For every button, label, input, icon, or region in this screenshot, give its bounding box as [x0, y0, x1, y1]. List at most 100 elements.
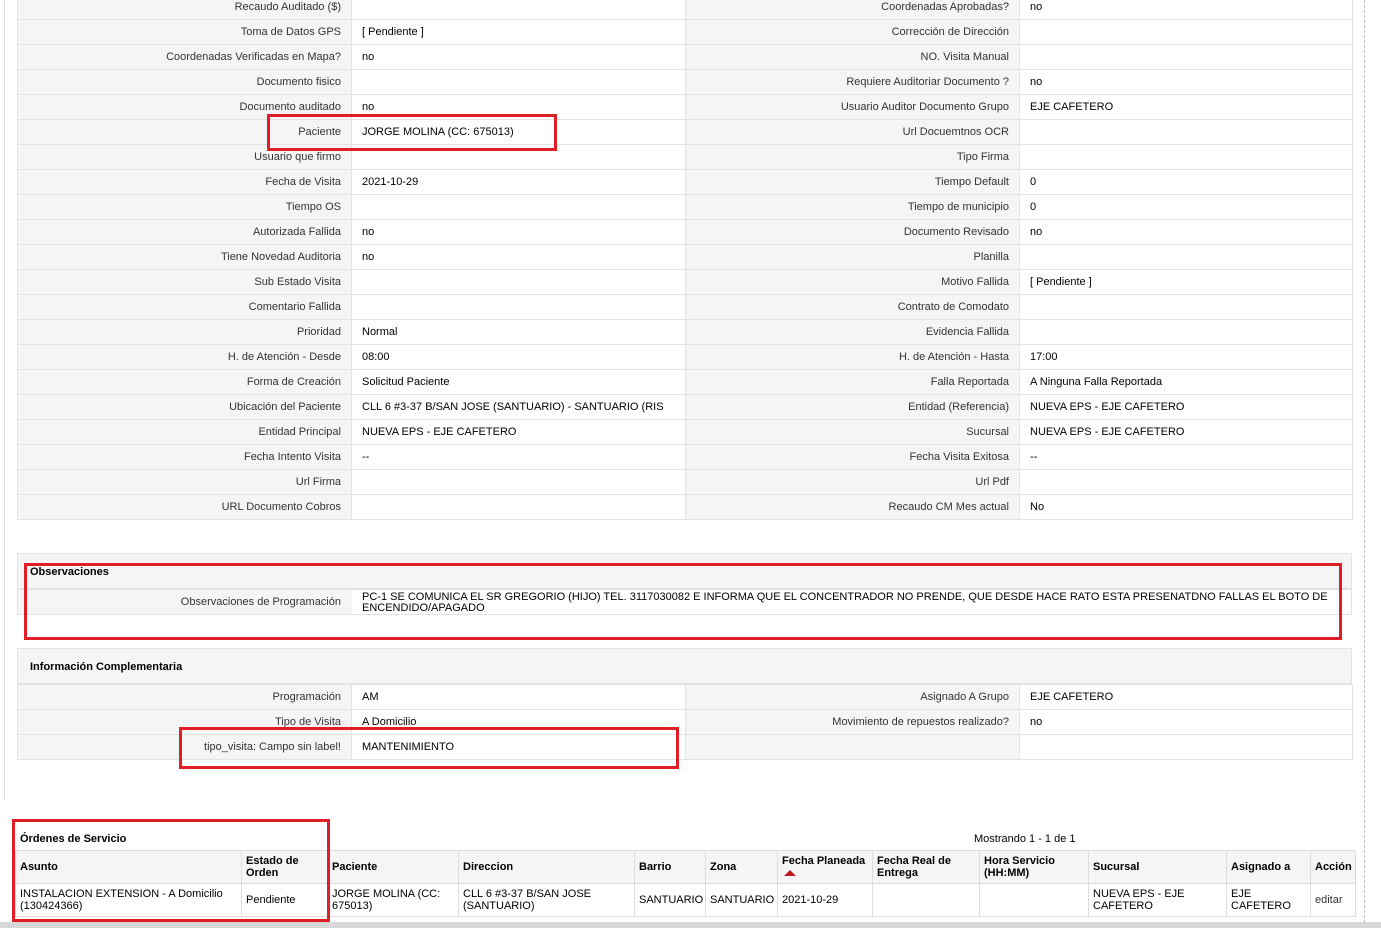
- label-empty: [685, 734, 1020, 760]
- value-coordenadas-aprobadas: no: [1019, 0, 1353, 20]
- value-programacion: AM: [351, 684, 686, 710]
- label-comentario-fallida: Comentario Fallida: [17, 294, 352, 320]
- value-tipo-de-visita: A Domicilio: [351, 709, 686, 735]
- value-tipo-visita-campo-sin-label: MANTENIMIENTO: [351, 734, 686, 760]
- complementaria-header: Información Complementaria: [17, 648, 1352, 684]
- detail-row: Prioridad Normal Evidencia Fallida: [17, 319, 1353, 345]
- value-recaudo-cm-mes-actual: No: [1019, 494, 1353, 520]
- column-header-label: Zona: [710, 861, 737, 873]
- column-header-label: Barrio: [639, 861, 672, 873]
- label-usuario-auditor-documento-grupo: Usuario Auditor Documento Grupo: [685, 94, 1020, 120]
- cell-asunto: INSTALACION EXTENSION - A Domicilio (130…: [15, 883, 242, 917]
- detail-row: URL Documento Cobros Recaudo CM Mes actua…: [17, 494, 1353, 520]
- value-tiempo-os: [351, 194, 686, 220]
- label-asignado-a-grupo: Asignado A Grupo: [685, 684, 1020, 710]
- label-evidencia-fallida: Evidencia Fallida: [685, 319, 1020, 345]
- orders-count: Mostrando 1 - 1 de 1: [974, 833, 1076, 845]
- label-contrato-de-comodato: Contrato de Comodato: [685, 294, 1020, 320]
- value-ubicacion-del-paciente: CLL 6 #3-37 B/SAN JOSE (SANTUARIO) - SAN…: [351, 394, 686, 420]
- value-url-docuemtnos-ocr: [1019, 119, 1353, 145]
- column-header-fecha-planeada[interactable]: Fecha Planeada: [777, 850, 873, 884]
- detail-row: Autorizada Fallida no Documento Revisado no: [17, 219, 1353, 245]
- detail-row: Tiempo OS Tiempo de municipio 0: [17, 194, 1353, 220]
- value-movimiento-de-repuestos-realizado: no: [1019, 709, 1353, 735]
- details-table: Recaudo Auditado ($) Coordenadas Aprobada…: [17, 0, 1353, 520]
- label-h-de-atencion-desde: H. de Atención - Desde: [17, 344, 352, 370]
- column-header-zona[interactable]: Zona: [705, 850, 778, 884]
- column-header-label: Estado de Orden: [246, 855, 299, 879]
- label-movimiento-de-repuestos-realizado: Movimiento de repuestos realizado?: [685, 709, 1020, 735]
- complementaria-table: Programación AM Asignado A Grupo EJE CAFETE…: [17, 684, 1353, 760]
- value-correccion-de-direccion: [1019, 19, 1353, 45]
- value-empty: [1019, 734, 1353, 760]
- value-asignado-a-grupo: EJE CAFETERO: [1019, 684, 1353, 710]
- label-usuario-que-firmo: Usuario que firmo: [17, 144, 352, 170]
- detail-row: Toma de Datos GPS[ Pendiente ] Corrección…: [17, 19, 1353, 45]
- label-entidad-referencia: Entidad (Referencia): [685, 394, 1020, 420]
- horizontal-scrollbar[interactable]: [0, 922, 1381, 928]
- label-documento-auditado: Documento auditado: [17, 94, 352, 120]
- observaciones-row: Observaciones de Programación PC-1 SE CO…: [17, 589, 1352, 615]
- label-tiempo-de-municipio: Tiempo de municipio: [685, 194, 1020, 220]
- value-evidencia-fallida: [1019, 319, 1353, 345]
- table-row[interactable]: INSTALACION EXTENSION - A Domicilio (130…: [15, 883, 1356, 917]
- edit-link[interactable]: editar: [1315, 894, 1343, 906]
- detail-row: Programación AM Asignado A Grupo EJE CAFETE…: [17, 684, 1353, 710]
- label-url-documento-cobros: URL Documento Cobros: [17, 494, 352, 520]
- value-url-firma: [351, 469, 686, 495]
- value-coordenadas-verificadas-en-mapa: no: [351, 44, 686, 70]
- value-requiere-auditoriar-documento: no: [1019, 69, 1353, 95]
- column-header-barrio[interactable]: Barrio: [634, 850, 706, 884]
- value-documento-auditado: no: [351, 94, 686, 120]
- label-prioridad: Prioridad: [17, 319, 352, 345]
- column-header-sucursal[interactable]: Sucursal: [1088, 850, 1227, 884]
- sort-ascending-icon[interactable]: [784, 870, 796, 876]
- value-toma-de-datos-gps: [ Pendiente ]: [351, 19, 686, 45]
- value-usuario-auditor-documento-grupo: EJE CAFETERO: [1019, 94, 1353, 120]
- column-header-label: Paciente: [332, 861, 378, 873]
- value-h-de-atencion-hasta: 17:00: [1019, 344, 1353, 370]
- label-recaudo-cm-mes-actual: Recaudo CM Mes actual: [685, 494, 1020, 520]
- column-header-label: Asignado a: [1231, 861, 1291, 873]
- detail-row: Entidad Principal NUEVA EPS - EJE CAFETER…: [17, 419, 1353, 445]
- value-autorizada-fallida: no: [351, 219, 686, 245]
- column-header-paciente[interactable]: Paciente: [327, 850, 459, 884]
- cell-asignado-a: EJE CAFETERO: [1226, 883, 1311, 917]
- value-contrato-de-comodato: [1019, 294, 1353, 320]
- column-header-accion[interactable]: Acción: [1310, 850, 1356, 884]
- column-header-label: Sucursal: [1093, 861, 1140, 873]
- label-entidad-principal: Entidad Principal: [17, 419, 352, 445]
- value-documento-fisico: [351, 69, 686, 95]
- label-autorizada-fallida: Autorizada Fallida: [17, 219, 352, 245]
- cell-fecha-real-de-entrega: [872, 883, 980, 917]
- column-header-asignado-a[interactable]: Asignado a: [1226, 850, 1311, 884]
- detail-row: Url Firma Url Pdf: [17, 469, 1353, 495]
- label-tipo-visita-campo-sin-label: tipo_visita: Campo sin label!: [17, 734, 352, 760]
- detail-row: Recaudo Auditado ($) Coordenadas Aprobada…: [17, 0, 1353, 20]
- value-tiene-novedad-auditoria: no: [351, 244, 686, 270]
- orders-title: Órdenes de Servicio: [20, 833, 127, 845]
- value-documento-revisado: no: [1019, 219, 1353, 245]
- cell-zona: SANTUARIO: [705, 883, 778, 917]
- value-url-documento-cobros: [351, 494, 686, 520]
- column-header-direccion[interactable]: Direccion: [458, 850, 635, 884]
- label-sub-estado-visita: Sub Estado Visita: [17, 269, 352, 295]
- column-header-estado-de-orden[interactable]: Estado de Orden: [241, 850, 328, 884]
- value-fecha-visita-exitosa: --: [1019, 444, 1353, 470]
- label-forma-de-creacion: Forma de Creación: [17, 369, 352, 395]
- value-planilla: [1019, 244, 1353, 270]
- value-entidad-principal: NUEVA EPS - EJE CAFETERO: [351, 419, 686, 445]
- label-tiempo-os: Tiempo OS: [17, 194, 352, 220]
- label-no-visita-manual: NO. Visita Manual: [685, 44, 1020, 70]
- column-header-fecha-real-de-entrega[interactable]: Fecha Real de Entrega: [872, 850, 980, 884]
- detail-row: Fecha Intento Visita -- Fecha Visita Exito…: [17, 444, 1353, 470]
- label-planilla: Planilla: [685, 244, 1020, 270]
- column-header-asunto[interactable]: Asunto: [15, 850, 242, 884]
- label-paciente: Paciente: [17, 119, 352, 145]
- column-header-hora-servicio-hh-mm[interactable]: Hora Servicio (HH:MM): [979, 850, 1089, 884]
- value-tiempo-default: 0: [1019, 169, 1353, 195]
- label-fecha-intento-visita: Fecha Intento Visita: [17, 444, 352, 470]
- label-tipo-firma: Tipo Firma: [685, 144, 1020, 170]
- label-url-docuemtnos-ocr: Url Docuemtnos OCR: [685, 119, 1020, 145]
- label-fecha-de-visita: Fecha de Visita: [17, 169, 352, 195]
